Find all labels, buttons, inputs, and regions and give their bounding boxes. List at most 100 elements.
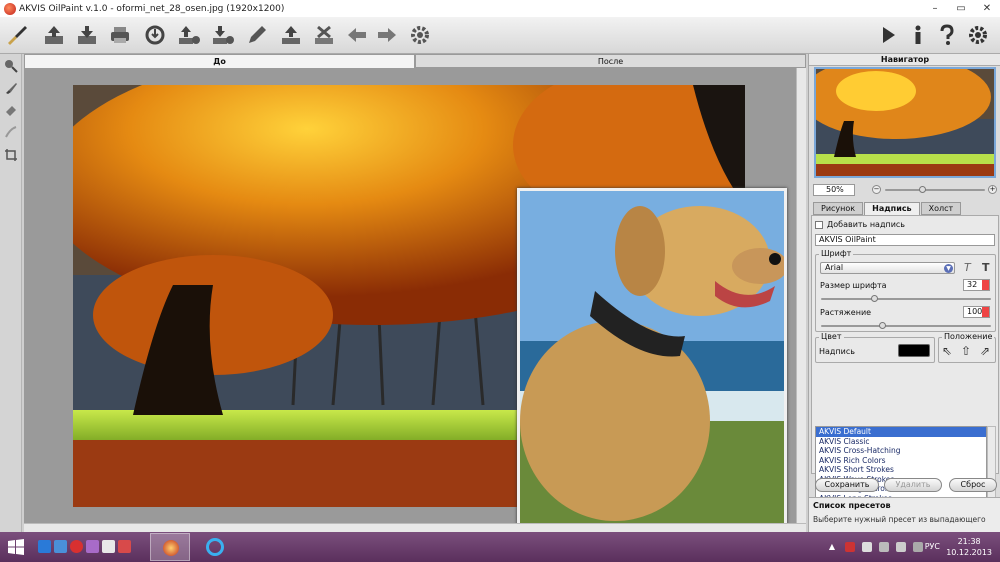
add-caption-label: Добавить надпись <box>827 220 906 229</box>
stretch-slider-knob[interactable] <box>879 322 886 329</box>
preset-item[interactable]: AKVIS Default <box>816 427 986 437</box>
open-image-icon[interactable] <box>39 20 69 50</box>
redo-arrow-icon[interactable] <box>372 20 402 50</box>
font-size-label: Размер шрифта <box>820 281 887 290</box>
tab-before[interactable]: До <box>24 54 415 68</box>
font-size-slider[interactable] <box>821 295 991 302</box>
info-icon[interactable] <box>903 20 933 50</box>
help-box: Список пресетов Выберите нужный пресет и… <box>809 497 1000 532</box>
oilpaint-app-icon <box>163 540 179 556</box>
help-question-icon[interactable] <box>932 20 962 50</box>
eraser-tool-icon[interactable] <box>3 102 19 118</box>
font-select[interactable]: Arial ▼ <box>820 262 955 274</box>
zoom-in-icon[interactable]: + <box>988 185 997 194</box>
save-preset-button[interactable]: Сохранить <box>815 478 879 492</box>
tab-painting[interactable]: Рисунок <box>813 202 864 215</box>
quicklaunch-ie-icon[interactable] <box>38 540 51 553</box>
font-size-slider-knob[interactable] <box>871 295 878 302</box>
pen-icon[interactable] <box>242 20 272 50</box>
brush-tool-icon[interactable] <box>3 80 19 96</box>
zoom-slider[interactable] <box>885 186 985 193</box>
stretch-slider[interactable] <box>821 322 991 329</box>
quicklaunch-app-icon[interactable] <box>54 540 67 553</box>
tray-flag-icon[interactable] <box>862 542 872 552</box>
vertical-scrollbar[interactable] <box>796 68 806 523</box>
app-logo-icon <box>4 2 16 15</box>
taskbar-oilpaint-button[interactable] <box>150 533 190 561</box>
quicklaunch-paint-icon[interactable] <box>86 540 99 553</box>
tray-network-icon[interactable] <box>879 542 889 552</box>
load-strokes-icon[interactable] <box>276 20 306 50</box>
smudge-tool-icon[interactable] <box>3 124 19 140</box>
preset-item[interactable]: AKVIS Rich Colors <box>816 456 986 466</box>
font-size-spinner[interactable]: 32 <box>963 279 990 291</box>
arrow-up-icon[interactable]: ⇧ <box>961 344 971 358</box>
bold-icon[interactable]: T <box>982 261 990 274</box>
preset-item[interactable]: AKVIS Cross-Hatching <box>816 446 986 456</box>
import-preset-icon[interactable] <box>174 20 204 50</box>
stroke-tool-icon[interactable] <box>3 58 19 74</box>
stretch-spinner[interactable]: 100 <box>963 306 990 318</box>
caption-text-input[interactable]: AKVIS OilPaint <box>815 234 995 246</box>
zoom-select[interactable]: 50% <box>813 184 855 196</box>
taskbar-ie-button[interactable] <box>195 533 235 561</box>
delete-preset-button[interactable]: Удалить <box>884 478 942 492</box>
spinner-arrows-icon[interactable] <box>982 307 989 317</box>
clock-time: 21:38 <box>957 537 981 546</box>
print-icon[interactable] <box>105 20 135 50</box>
system-clock[interactable]: 21:38 10.12.2013 <box>946 536 992 558</box>
tab-canvas[interactable]: Холст <box>920 202 962 215</box>
preset-item[interactable]: AKVIS Short Strokes <box>816 465 986 475</box>
arrow-top-right-icon[interactable]: ⇗ <box>980 344 990 358</box>
before-after-tabs: До После <box>24 54 806 68</box>
settings-gear-icon[interactable] <box>963 20 993 50</box>
crop-tool-icon[interactable] <box>3 147 19 163</box>
caption-color-swatch[interactable] <box>898 344 930 357</box>
input-language[interactable]: РУС <box>925 542 940 551</box>
quicklaunch-doc-icon[interactable] <box>102 540 115 553</box>
export-preset-icon[interactable] <box>208 20 238 50</box>
navigator-thumbnail[interactable] <box>814 67 996 178</box>
arrow-top-left-icon[interactable]: ⇖ <box>942 344 952 358</box>
caption-settings: Добавить надпись AKVIS OilPaint Шрифт Ar… <box>811 215 999 522</box>
run-play-icon[interactable] <box>873 20 903 50</box>
horizontal-scrollbar[interactable] <box>24 523 806 532</box>
tray-battery-icon[interactable] <box>913 542 923 552</box>
tab-after[interactable]: После <box>415 54 806 68</box>
add-caption-row[interactable]: Добавить надпись <box>815 220 905 229</box>
tray-volume-icon[interactable] <box>896 542 906 552</box>
preset-item[interactable]: AKVIS Classic <box>816 437 986 447</box>
italic-icon[interactable]: T <box>964 261 971 274</box>
preferences-gear-icon[interactable] <box>405 20 435 50</box>
font-group: Шрифт Arial ▼ T T Размер шрифта 32 Растя… <box>815 249 996 332</box>
quicklaunch-opera-icon[interactable] <box>70 540 83 553</box>
position-group-label: Положение <box>942 332 995 341</box>
quicklaunch-red-icon[interactable] <box>118 540 131 553</box>
image-viewport[interactable] <box>24 68 806 527</box>
tab-caption[interactable]: Надпись <box>864 202 920 215</box>
reset-button[interactable]: Сброс <box>949 478 997 492</box>
add-caption-checkbox[interactable] <box>815 220 823 229</box>
zoom-slider-knob[interactable] <box>919 186 926 193</box>
dropdown-arrow-icon: ▼ <box>944 264 953 273</box>
close-button[interactable]: ✕ <box>974 0 1000 17</box>
tray-app-icon[interactable] <box>845 542 855 552</box>
clock-date: 10.12.2013 <box>946 548 992 557</box>
windows-start-icon[interactable] <box>8 539 24 555</box>
save-image-icon[interactable] <box>72 20 102 50</box>
windows-taskbar: ▲ РУС 21:38 10.12.2013 <box>0 532 1000 562</box>
zoom-out-icon[interactable]: − <box>872 185 881 194</box>
save-strokes-icon[interactable] <box>309 20 339 50</box>
help-title: Список пресетов <box>813 501 891 510</box>
minimize-button[interactable]: – <box>922 0 948 17</box>
batch-process-icon[interactable] <box>140 20 170 50</box>
main-toolbar <box>0 17 1000 54</box>
undo-arrow-icon[interactable] <box>342 20 372 50</box>
maximize-button[interactable]: ▭ <box>948 0 974 17</box>
spinner-arrows-icon[interactable] <box>982 280 989 290</box>
image-workspace: До После <box>24 54 806 532</box>
stretch-label: Растяжение <box>820 308 872 317</box>
help-description: Выберите нужный пресет из выпадающего <box>813 515 986 524</box>
zoom-bar: 50% − + <box>809 182 1000 196</box>
tray-expand-icon[interactable]: ▲ <box>829 542 835 551</box>
